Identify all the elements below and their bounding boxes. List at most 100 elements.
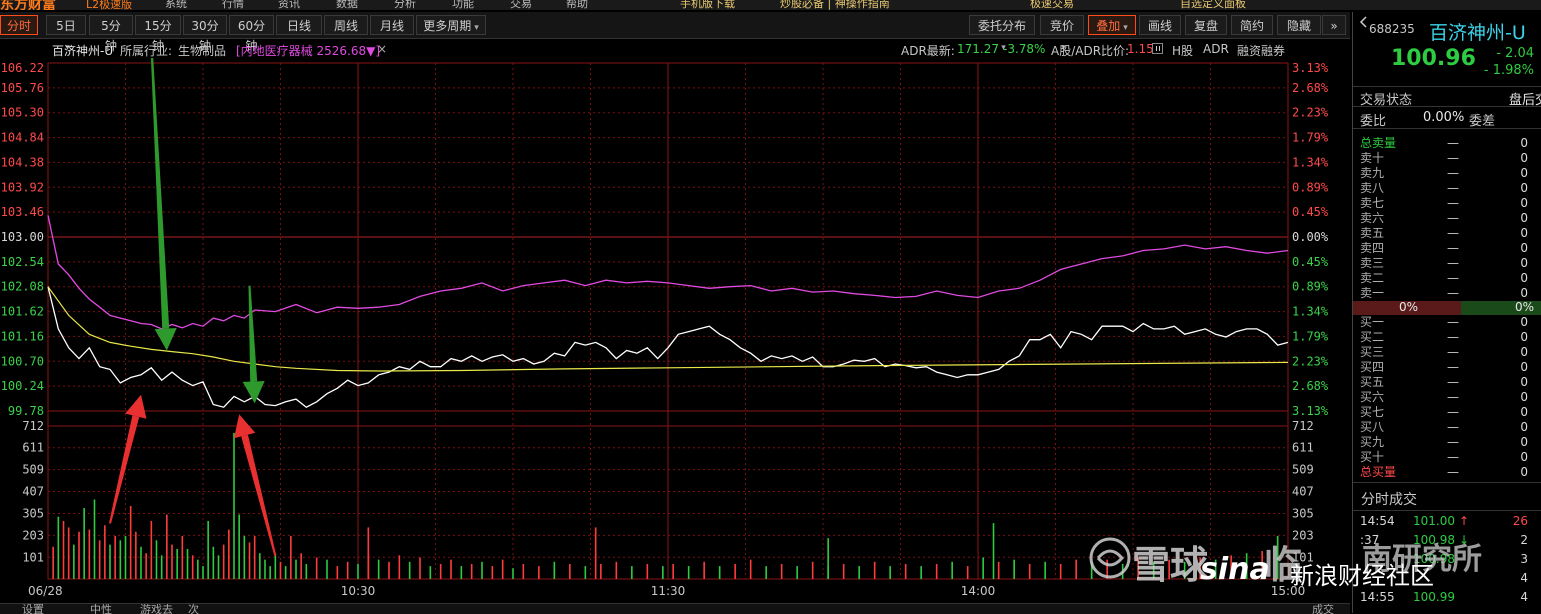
orderbook-volume: 0: [1520, 271, 1528, 285]
pause-icon[interactable]: [1152, 43, 1163, 54]
orderbook-row[interactable]: 卖五 — 0: [1353, 226, 1541, 241]
expand-icon[interactable]: »: [1322, 15, 1346, 35]
bottom-bar-item[interactable]: 游戏去: [140, 604, 173, 614]
menu-item[interactable]: 功能: [452, 0, 474, 10]
orderbook-level-label: 卖六: [1360, 211, 1385, 225]
period-tab[interactable]: 更多周期 ▾: [416, 15, 486, 35]
pct-tick-label: 3.13%: [1292, 61, 1329, 75]
tick-row: 14:55 100.99 4: [1353, 590, 1541, 605]
orderbook-row[interactable]: 买八 — 0: [1353, 420, 1541, 435]
overlay-sector[interactable]: [内地医疗器械 2526.68▼]: [236, 42, 380, 59]
annotation-arrow: [109, 394, 147, 524]
orderbook-row[interactable]: 买七 — 0: [1353, 405, 1541, 420]
period-tab[interactable]: 日线: [276, 15, 322, 35]
link-adr[interactable]: ADR: [1203, 42, 1229, 56]
period-tab[interactable]: 15分钟: [135, 15, 181, 53]
pct-tick-label: 1.79%: [1292, 131, 1329, 145]
chart-tool-button[interactable]: 隐藏: [1277, 15, 1321, 35]
tick-price: 100.99: [1413, 590, 1455, 604]
annotation-arrow: [242, 285, 265, 404]
chart-tool-button[interactable]: 叠加 ▾: [1088, 15, 1136, 35]
menu-item[interactable]: 资讯: [278, 0, 300, 10]
orderbook-row[interactable]: 买五 — 0: [1353, 375, 1541, 390]
chart-tool-button[interactable]: 画线: [1139, 15, 1181, 35]
orderbook-level-label: 买十: [1360, 450, 1385, 464]
overlay-close-icon[interactable]: ×: [377, 42, 387, 56]
period-tab-label: 日线: [286, 19, 311, 33]
period-tab[interactable]: 5分钟: [89, 15, 133, 53]
chevron-left-icon[interactable]: [1359, 16, 1369, 28]
chart-tool-label: 简约: [1239, 19, 1264, 33]
stock-code: 688235: [1369, 22, 1415, 36]
volume-tick-label-right: 611: [1292, 441, 1314, 455]
intraday-chart[interactable]: 106.22 105.76 105.30 104.84 104.38 103.92 103.…: [0, 58, 1350, 603]
chart-tool-button[interactable]: 委托分布▾: [969, 15, 1035, 53]
weibi-value: 0.00%: [1423, 110, 1465, 125]
link-hshare[interactable]: H股: [1172, 42, 1193, 59]
chart-tool-button[interactable]: 简约: [1231, 15, 1273, 35]
orderbook-volume: 0: [1520, 181, 1528, 195]
orderbook-price: —: [1447, 465, 1459, 479]
menu-item[interactable]: 帮助: [566, 0, 588, 10]
orderbook-row[interactable]: 买二 — 0: [1353, 330, 1541, 345]
menu-right-item[interactable]: 手机版下载: [680, 0, 735, 10]
orderbook-row[interactable]: 卖十 — 0: [1353, 151, 1541, 166]
orderbook-price: —: [1447, 166, 1459, 180]
orderbook-row[interactable]: 卖六 — 0: [1353, 211, 1541, 226]
orderbook-row[interactable]: 卖八 — 0: [1353, 181, 1541, 196]
ratio-label: A股/ADR比价:: [1051, 44, 1130, 58]
menu-item[interactable]: 交易: [510, 0, 532, 10]
orderbook-row[interactable]: 买六 — 0: [1353, 390, 1541, 405]
price-tick-label: 105.30: [1, 106, 44, 120]
orderbook-row[interactable]: 卖九 — 0: [1353, 166, 1541, 181]
price-tick-label: 103.46: [1, 205, 44, 219]
link-margin[interactable]: 融资融券: [1237, 42, 1285, 59]
chart-tool-button[interactable]: 竞价▾: [1040, 15, 1084, 53]
orderbook-row[interactable]: 买四 — 0: [1353, 360, 1541, 375]
orderbook-volume: 0: [1520, 330, 1528, 344]
menu-right-item[interactable]: 自选定义面板: [1180, 0, 1246, 10]
orderbook-row[interactable]: 卖七 — 0: [1353, 196, 1541, 211]
industry-value[interactable]: 生物制品: [178, 42, 226, 59]
menu-right-item[interactable]: 极速交易: [1030, 0, 1074, 10]
bottom-bar-item[interactable]: 次: [188, 604, 199, 614]
time-axis-label: 14:00: [961, 584, 996, 598]
period-tab[interactable]: 周线: [324, 15, 368, 35]
bottom-bar-item[interactable]: 成交: [1312, 604, 1334, 614]
period-tab[interactable]: 分时: [0, 15, 38, 35]
period-tab[interactable]: 5日▾: [46, 15, 86, 53]
menu-item[interactable]: 行情: [222, 0, 244, 10]
watermark-snowball: 雪球: [1132, 543, 1209, 587]
ticks-title: 分时成交: [1361, 492, 1417, 508]
orderbook-row[interactable]: 买三 — 0: [1353, 345, 1541, 360]
orderbook-level-label: 卖十: [1360, 151, 1385, 165]
price-tick-label: 105.76: [1, 81, 44, 95]
price-tick-label: 99.78: [8, 404, 44, 418]
orderbook-volume: 0: [1520, 405, 1528, 419]
pct-tick-label: 3.13%: [1292, 404, 1329, 418]
orderbook-row[interactable]: 卖三 — 0: [1353, 256, 1541, 271]
orderbook-row[interactable]: 买一 — 0: [1353, 315, 1541, 330]
menu-right-item[interactable]: 炒股必备 | 神操作指南: [780, 0, 890, 10]
tick-volume: 4: [1520, 590, 1528, 604]
menu-item[interactable]: 分析: [394, 0, 416, 10]
orderbook-row[interactable]: 卖二 — 0: [1353, 271, 1541, 286]
bottom-bar-item[interactable]: 设置: [22, 604, 44, 614]
period-tab[interactable]: 月线: [370, 15, 414, 35]
orderbook-row[interactable]: 买九 — 0: [1353, 435, 1541, 450]
price-tick-label: 102.54: [1, 255, 44, 269]
orderbook-row[interactable]: 卖四 — 0: [1353, 241, 1541, 256]
period-tab-label: 月线: [379, 19, 404, 33]
chart-tool-button[interactable]: 复盘: [1185, 15, 1227, 35]
orderbook-row[interactable]: 买十 — 0: [1353, 450, 1541, 465]
orderbook-row[interactable]: 卖一 — 0: [1353, 286, 1541, 301]
period-tab[interactable]: 60分钟: [229, 15, 274, 53]
menu-item[interactable]: 数据: [336, 0, 358, 10]
orderbook-price: —: [1447, 375, 1459, 389]
orderbook-level-label: 卖五: [1360, 226, 1385, 240]
orderbook-row[interactable]: 总买量 — 0: [1353, 465, 1541, 480]
period-tab[interactable]: 30分钟: [183, 15, 227, 53]
menu-item[interactable]: 系统: [165, 0, 187, 10]
bottom-bar-item[interactable]: 中性: [90, 604, 112, 614]
orderbook-row[interactable]: 总卖量 — 0: [1353, 136, 1541, 151]
